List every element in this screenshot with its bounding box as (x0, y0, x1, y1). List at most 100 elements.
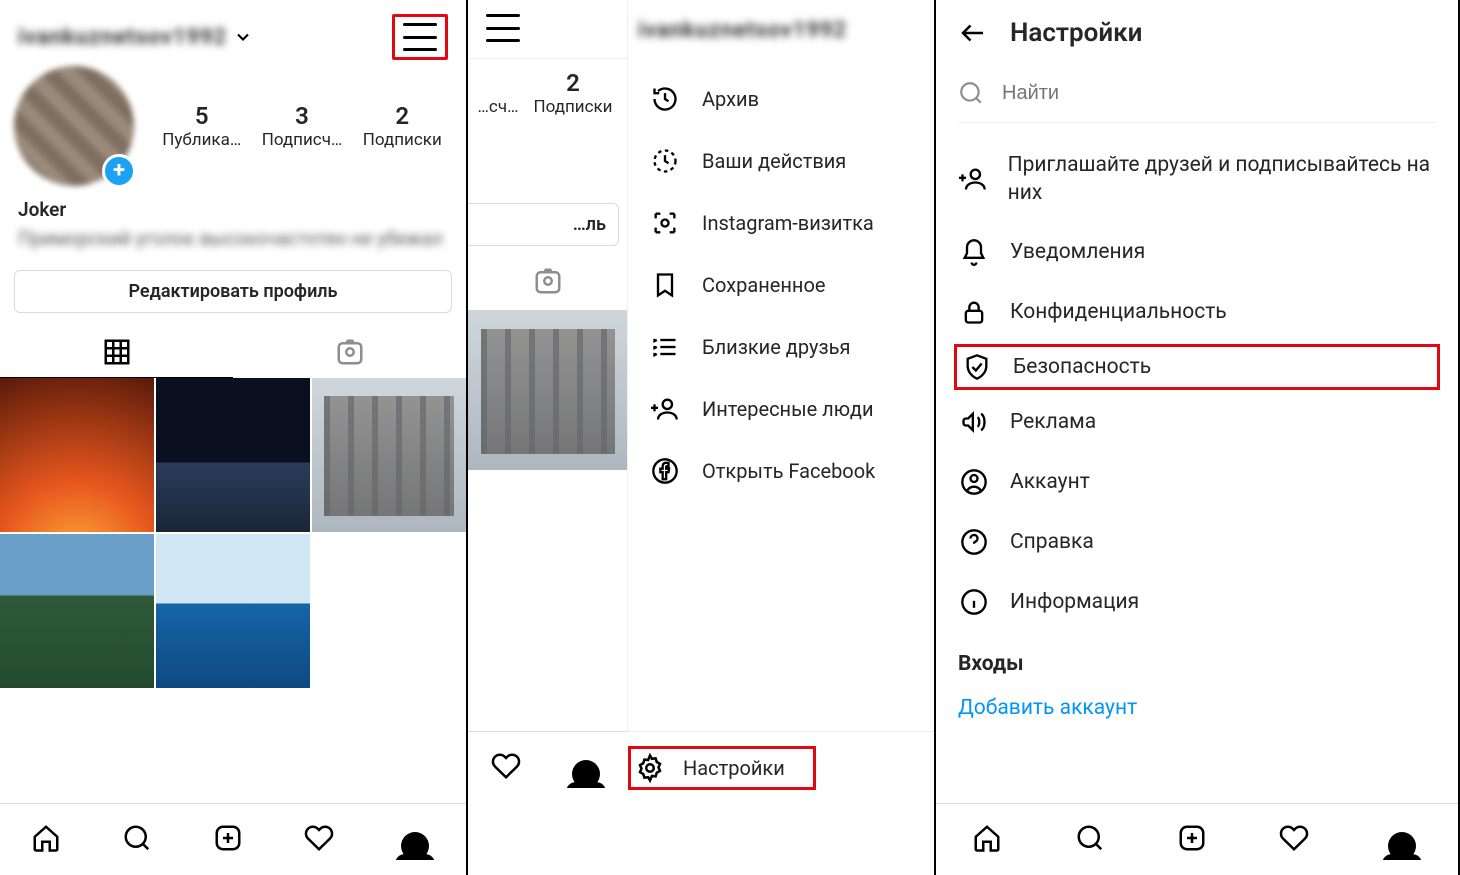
menu-saved[interactable]: Сохраненное (628, 254, 934, 316)
settings-search-input[interactable] (1002, 82, 1436, 105)
bio-display-name: Joker (18, 198, 448, 221)
settings-list: Приглашайте друзей и подписывайтесь на н… (936, 133, 1458, 724)
menu-hamburger-icon[interactable] (403, 23, 437, 51)
back-arrow-icon[interactable] (958, 18, 988, 48)
bookmark-icon (651, 271, 679, 299)
panel-menu-drawer: …сч… 2 Подписки Приморский уголок высоко… (468, 0, 936, 875)
stat-following[interactable]: 2 Подписки (363, 102, 442, 150)
menu-label: Instagram-визитка (702, 211, 874, 235)
stat-posts-label: Публика… (162, 130, 241, 150)
settings-gear-icon (635, 753, 665, 783)
tab-tagged[interactable] (233, 327, 466, 378)
settings-add-account-link[interactable]: Добавить аккаунт (936, 682, 1458, 720)
settings-item-ads[interactable]: Реклама (936, 392, 1458, 452)
menu-label: Ваши действия (702, 149, 846, 173)
stat-followers[interactable]: 3 Подписч… (262, 102, 343, 150)
nav-add[interactable] (1177, 823, 1207, 857)
menu-activity[interactable]: Ваши действия (628, 130, 934, 192)
nav-profile[interactable] (1382, 820, 1422, 860)
post-thumbnail[interactable] (0, 534, 154, 688)
settings-label[interactable]: Настройки (683, 756, 785, 780)
profile-filled-icon (572, 760, 600, 788)
settings-item-label: Уведомления (1010, 240, 1145, 264)
add-story-badge[interactable]: + (102, 154, 136, 188)
post-thumbnail-empty (312, 534, 466, 688)
invite-friends-icon (959, 165, 987, 193)
settings-item-label: Конфиденциальность (1010, 300, 1227, 324)
drawer-menu: Архив Ваши действия Instagram-визитка Со… (628, 60, 934, 731)
settings-search[interactable] (958, 72, 1436, 123)
post-thumbnail[interactable] (156, 534, 310, 688)
facebook-icon (651, 457, 679, 485)
settings-item-security[interactable]: Безопасность (1013, 355, 1151, 379)
edit-profile-button[interactable]: Редактировать профиль (14, 270, 452, 313)
account-icon (960, 468, 988, 496)
tagged-icon (335, 337, 365, 367)
menu-label: Сохраненное (702, 273, 825, 297)
settings-item-label: Справка (1010, 530, 1094, 554)
settings-item-invite-friends[interactable]: Приглашайте друзей и подписывайтесь на н… (936, 137, 1458, 222)
menu-discover-people[interactable]: Интересные люди (628, 378, 934, 440)
edit-profile-sliver: …ль (468, 203, 619, 246)
lock-icon (960, 298, 988, 326)
settings-item-help[interactable]: Справка (936, 512, 1458, 572)
settings-item-notifications[interactable]: Уведомления (936, 222, 1458, 282)
bottom-nav-sliver (468, 731, 628, 803)
nav-home[interactable] (31, 823, 61, 857)
settings-item-account[interactable]: Аккаунт (936, 452, 1458, 512)
search-icon (122, 823, 152, 853)
stat-followers-label: Подписч… (262, 130, 343, 150)
home-icon (972, 823, 1002, 853)
menu-open-facebook[interactable]: Открыть Facebook (628, 440, 934, 502)
stat-followers-value: 3 (262, 102, 343, 130)
stat-posts[interactable]: 5 Публика… (162, 102, 241, 150)
tab-grid[interactable] (0, 327, 233, 378)
post-thumbnail[interactable] (312, 378, 466, 532)
highlight-hamburger (392, 14, 448, 60)
nav-search[interactable] (122, 823, 152, 857)
settings-item-privacy[interactable]: Конфиденциальность (936, 282, 1458, 342)
panel-profile: ivankuznetsov1992 + 5 Публика… 3 Подписч… (0, 0, 468, 875)
menu-label: Открыть Facebook (702, 459, 875, 483)
nav-activity[interactable] (1279, 823, 1309, 857)
close-friends-icon (651, 333, 679, 361)
search-icon (958, 80, 984, 106)
menu-close-friends[interactable]: Близкие друзья (628, 316, 934, 378)
settings-item-about[interactable]: Информация (936, 572, 1458, 632)
nav-profile[interactable] (566, 748, 606, 788)
avatar-wrap[interactable]: + (14, 66, 134, 186)
nav-activity[interactable] (304, 823, 334, 857)
archive-icon (651, 85, 679, 113)
shield-check-icon (963, 353, 991, 381)
menu-hamburger-icon[interactable] (486, 14, 520, 42)
nav-add[interactable] (213, 823, 243, 857)
nav-home[interactable] (972, 823, 1002, 857)
chevron-down-icon (233, 27, 253, 47)
drawer-settings-row: Настройки (628, 731, 934, 803)
stat-followers-sliver: …сч… (468, 69, 528, 117)
heart-icon (304, 823, 334, 853)
tagged-icon (533, 266, 563, 296)
post-thumbnail[interactable] (0, 378, 154, 532)
activity-icon (651, 147, 679, 175)
search-icon (1075, 823, 1105, 853)
panel-settings: Настройки Приглашайте друзей и подписыва… (936, 0, 1460, 875)
username-dropdown[interactable]: ivankuznetsov1992 (18, 25, 253, 50)
menu-nametag[interactable]: Instagram-визитка (628, 192, 934, 254)
nav-profile[interactable] (395, 820, 435, 860)
help-icon (960, 528, 988, 556)
post-thumbnail[interactable] (156, 378, 310, 532)
post-thumbnail[interactable] (468, 310, 628, 470)
profile-filled-icon (401, 832, 429, 860)
settings-item-label: Реклама (1010, 410, 1096, 434)
home-icon (31, 823, 61, 853)
nav-search[interactable] (1075, 823, 1105, 857)
bio-text-masked: Приморский уголок высокочастотен не убеж… (18, 225, 448, 254)
settings-item-label: Приглашайте друзей и подписывайтесь на н… (1008, 151, 1436, 208)
menu-label: Архив (702, 87, 759, 111)
heart-icon (1279, 823, 1309, 853)
menu-archive[interactable]: Архив (628, 68, 934, 130)
nav-activity[interactable] (491, 751, 521, 785)
settings-item-label: Информация (1010, 590, 1139, 614)
bottom-nav (0, 803, 466, 875)
